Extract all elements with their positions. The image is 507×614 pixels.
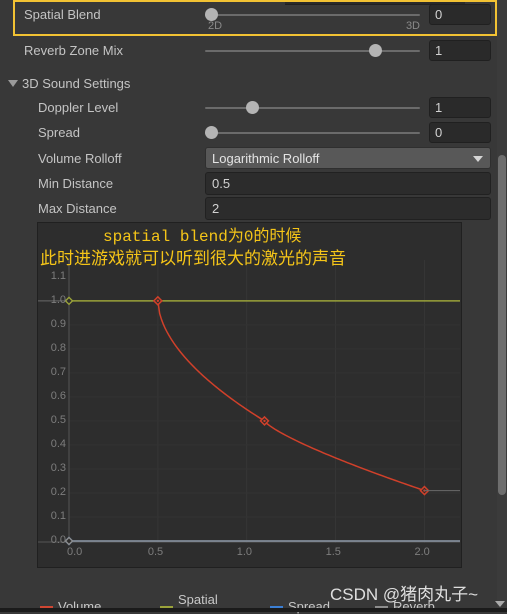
slider-knob[interactable]	[205, 126, 218, 139]
scroll-down-arrow-icon[interactable]	[495, 601, 505, 607]
spread-label: Spread	[38, 125, 80, 140]
csdn-watermark: CSDN @猪肉丸子~	[330, 585, 479, 604]
volume-rolloff-label: Volume Rolloff	[38, 151, 122, 166]
property-row-volume-rolloff[interactable]: Volume Rolloff Logarithmic Rolloff	[0, 146, 497, 171]
chevron-down-icon[interactable]	[473, 156, 483, 162]
y-axis-tick-label: 0.7	[50, 365, 66, 378]
volume-rolloff-selected-value: Logarithmic Rolloff	[212, 150, 320, 166]
x-axis-tick-label: 1.0	[236, 546, 253, 558]
scrollbar-thumb[interactable]	[498, 155, 506, 495]
legend-label[interactable]: Spatial	[178, 592, 218, 607]
y-axis-tick-label: 0.5	[50, 413, 66, 426]
volume-rolloff-dropdown[interactable]: Logarithmic Rolloff	[205, 147, 491, 169]
property-row-min-distance[interactable]: Min Distance 0.5	[0, 171, 497, 196]
annotation-line-1: spatial blend为0的时候	[103, 228, 302, 246]
doppler-level-value-field[interactable]: 1	[429, 97, 491, 118]
window-bottom-edge	[0, 608, 507, 612]
y-axis-tick-label: 0.0	[50, 534, 66, 546]
slider-track	[205, 132, 420, 134]
x-axis-tick-label: 0.5	[147, 546, 164, 558]
max-distance-field[interactable]: 2	[205, 197, 491, 220]
triangle-down-icon[interactable]	[8, 80, 18, 87]
y-axis-tick-label: 0.6	[50, 389, 66, 402]
property-row-spatial-blend[interactable]: Spatial Blend 2D 3D 0	[0, 2, 497, 32]
slider-track	[205, 107, 420, 109]
y-axis-tick-label: 0.1	[50, 509, 66, 522]
property-row-doppler-level[interactable]: Doppler Level 1	[0, 95, 497, 120]
x-axis-tick-label: 0.0	[67, 546, 83, 558]
annotation-line-2: 此时进游戏就可以听到很大的激光的声音	[40, 249, 346, 268]
slider-knob[interactable]	[369, 44, 382, 57]
reverb-zone-mix-value-field[interactable]: 1	[429, 40, 491, 61]
slider-track	[205, 50, 420, 52]
foldout-label: 3D Sound Settings	[22, 76, 131, 91]
doppler-level-slider[interactable]	[205, 95, 420, 120]
y-axis-tick-label: 0.4	[50, 437, 66, 450]
rolloff-curve-editor[interactable]: 1.1 1.0 0.9 0.8 0.7 0.6 0.5 0.4 0.3 0.2 0.1 0.0 0.0…	[37, 222, 462, 568]
spatial-blend-max-label: 3D	[405, 20, 420, 32]
spread-slider[interactable]	[205, 120, 420, 145]
y-axis-tick-label: 0.2	[50, 485, 66, 498]
reverb-zone-mix-label: Reverb Zone Mix	[24, 43, 123, 58]
y-axis-tick-label: 0.8	[50, 341, 66, 354]
slider-track	[205, 14, 420, 16]
reverb-zone-mix-slider[interactable]	[205, 38, 420, 63]
spread-value-field[interactable]: 0	[429, 122, 491, 143]
min-distance-label: Min Distance	[38, 176, 114, 191]
slider-knob[interactable]	[246, 101, 259, 114]
property-row-spread[interactable]: Spread 0	[0, 120, 497, 145]
min-distance-field[interactable]: 0.5	[205, 172, 491, 195]
spatial-blend-value-field[interactable]: 0	[429, 4, 491, 25]
spatial-blend-slider[interactable]: 2D 3D	[205, 2, 420, 32]
foldout-3d-sound-settings[interactable]: 3D Sound Settings	[0, 71, 497, 96]
spatial-blend-label: Spatial Blend	[24, 7, 101, 22]
property-row-reverb-zone-mix[interactable]: Reverb Zone Mix 1	[0, 38, 497, 63]
y-axis-tick-label: 0.3	[50, 461, 66, 474]
x-axis-tick-label: 2.0	[414, 546, 430, 558]
y-axis-tick-label: 0.9	[50, 317, 66, 330]
vertical-scrollbar[interactable]	[495, 0, 507, 612]
y-axis-tick-label: 1.0	[50, 293, 66, 306]
y-axis-tick-label: 1.1	[50, 269, 66, 282]
doppler-level-label: Doppler Level	[38, 100, 119, 115]
spatial-blend-min-label: 2D	[208, 20, 223, 32]
max-distance-label: Max Distance	[38, 201, 117, 216]
property-row-max-distance[interactable]: Max Distance 2	[0, 196, 497, 221]
x-axis-tick-label: 1.5	[325, 546, 341, 558]
curve-canvas	[38, 258, 460, 546]
audio-source-inspector: Spatial Blend 2D 3D 0 Reverb Zone Mix 1 …	[0, 0, 497, 614]
